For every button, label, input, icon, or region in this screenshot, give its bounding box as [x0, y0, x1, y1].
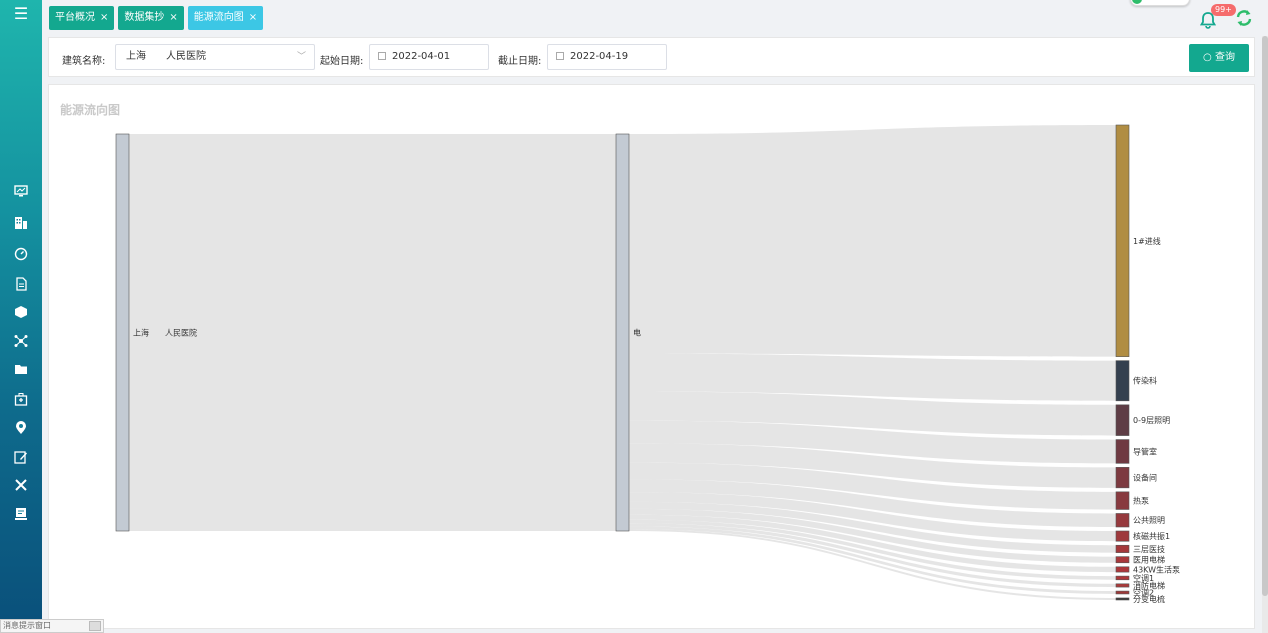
sankey-node[interactable] — [115, 133, 130, 532]
sankey-node[interactable] — [1115, 439, 1130, 464]
hospital-icon[interactable] — [11, 389, 31, 409]
query-button[interactable]: ○ 查询 — [1189, 44, 1249, 72]
report-icon[interactable] — [11, 504, 31, 524]
sankey-node[interactable] — [1115, 583, 1130, 588]
sankey-link[interactable] — [129, 134, 616, 531]
sankey-node-label: 43KW生活泵 — [1133, 564, 1180, 574]
tab-data-reading[interactable]: 数据集抄 × — [118, 6, 184, 30]
notification-badge: 99+ — [1211, 4, 1236, 16]
sankey-node[interactable] — [1115, 556, 1130, 564]
end-date-label: 截止日期: — [498, 56, 542, 67]
end-date-input[interactable]: 2022-04-19 — [547, 44, 667, 70]
tab-bar: 平台概况 × 数据集抄 × 能源流向图 × — [49, 6, 264, 30]
sankey-node-label: 电 — [633, 328, 641, 338]
sankey-node[interactable] — [615, 133, 630, 532]
calendar-icon — [378, 52, 386, 60]
sankey-node-label: 0-9层照明 — [1133, 416, 1170, 425]
network-icon[interactable] — [11, 331, 31, 351]
refresh-icon[interactable] — [1234, 8, 1254, 28]
calendar-icon — [556, 52, 564, 60]
sankey-node[interactable] — [1115, 513, 1130, 528]
close-icon[interactable]: × — [100, 6, 108, 30]
sankey-node[interactable] — [1115, 566, 1130, 573]
tab-label: 能源流向图 — [193, 12, 244, 23]
restore-button[interactable] — [89, 621, 101, 631]
sankey-node[interactable] — [1115, 590, 1130, 595]
building-value: 上海 人民医院 — [126, 51, 206, 62]
sankey-node[interactable] — [1115, 124, 1130, 357]
start-date-value: 2022-04-01 — [392, 51, 451, 62]
close-icon[interactable]: × — [249, 6, 257, 30]
message-window-title: 消息提示窗口 — [3, 621, 51, 630]
sankey-node[interactable] — [1115, 597, 1130, 601]
monitor-icon[interactable] — [11, 181, 31, 201]
sankey-node-label: 分变电梳 — [1133, 594, 1165, 604]
query-label: 查询 — [1214, 52, 1235, 63]
sankey-node[interactable] — [1115, 544, 1130, 553]
sidebar: ☰ — [0, 0, 42, 633]
sankey-node-label: 导管室 — [1133, 446, 1157, 456]
close-icon[interactable]: × — [169, 6, 177, 30]
scrollbar-thumb[interactable] — [1262, 36, 1268, 596]
sankey-node[interactable] — [1115, 404, 1130, 436]
end-date-value: 2022-04-19 — [570, 51, 629, 62]
sankey-node[interactable] — [1115, 467, 1130, 489]
chevron-down-icon: ﹀ — [296, 52, 306, 62]
sankey-node-label: 核磁共振1 — [1133, 531, 1170, 541]
location-icon[interactable] — [11, 418, 31, 438]
sankey-node-label: 1#进线 — [1133, 236, 1161, 246]
sankey-chart: 上海 人民医院 电 1#进线传染科 0-9层照明导管室设备间热泵公共照明核磁共振1 三层… — [115, 124, 1180, 604]
cube-icon[interactable] — [11, 302, 31, 322]
message-window[interactable]: 消息提示窗口 — [0, 619, 104, 633]
tools-icon[interactable] — [11, 475, 31, 495]
folder-icon[interactable] — [11, 359, 31, 379]
sankey-node[interactable] — [1115, 360, 1130, 402]
sankey-link[interactable] — [629, 125, 1116, 357]
sankey-node-label: 医用电梯 — [1133, 555, 1165, 565]
tab-energy-flow[interactable]: 能源流向图 × — [187, 6, 264, 30]
document-icon[interactable] — [11, 274, 31, 294]
start-date-input[interactable]: 2022-04-01 — [369, 44, 489, 70]
menu-toggle-icon[interactable]: ☰ — [12, 6, 30, 22]
tab-platform-overview[interactable]: 平台概况 × — [49, 6, 115, 30]
sankey-node[interactable] — [1115, 530, 1130, 542]
sankey-node[interactable] — [1115, 575, 1130, 581]
gauge-icon[interactable] — [11, 244, 31, 264]
sankey-node-label: 热泵 — [1133, 496, 1149, 506]
sankey-node-label: 公共照明 — [1133, 516, 1165, 525]
building-icon[interactable] — [11, 213, 31, 233]
start-date-label: 起始日期: — [320, 56, 364, 67]
chart-panel: 能源流向图 上海 人民医院电 1#进线 传染科 0-9层照明 导管室 设备间 热泵 公共照明核… — [48, 84, 1255, 629]
sankey-node-label: 上海 人民医院 — [133, 328, 197, 338]
search-icon: ○ — [1203, 52, 1212, 63]
filter-bar: 建筑名称: 上海 人民医院 ﹀ 起始日期: 2022-04-01 截止日期: 2… — [48, 37, 1255, 77]
sankey-node-label: 三层医技 — [1133, 544, 1165, 554]
sankey-node-label: 传染科 — [1133, 376, 1157, 386]
tab-label: 数据集抄 — [124, 12, 165, 23]
building-select[interactable]: 上海 人民医院 ﹀ — [115, 44, 315, 70]
building-label: 建筑名称: — [62, 56, 106, 67]
tab-label: 平台概况 — [55, 12, 95, 23]
edit-icon[interactable] — [11, 447, 31, 467]
sankey-node[interactable] — [1115, 491, 1130, 510]
sankey-node-label: 设备间 — [1133, 473, 1157, 483]
